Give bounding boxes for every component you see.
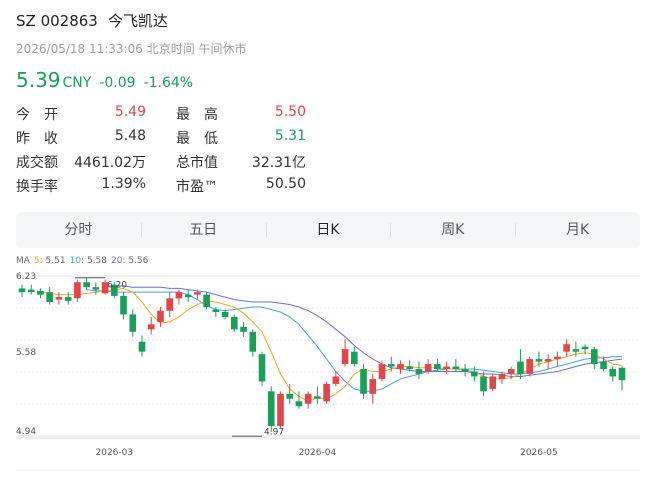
candle-body (277, 393, 284, 427)
annotation-label: 6.20 (107, 281, 127, 291)
candle-body (360, 369, 367, 394)
candle-body (572, 349, 580, 352)
x-tick-label: 2026-05 (520, 448, 558, 458)
candle-body (267, 391, 275, 427)
candle-body (544, 359, 552, 362)
candle-body (129, 314, 137, 332)
candle-body (480, 376, 487, 392)
candle-body (138, 341, 146, 352)
candle-body (18, 288, 26, 293)
candle-body (415, 369, 423, 374)
candle-body (332, 376, 340, 384)
candle-body (535, 359, 543, 362)
candle-body (424, 364, 432, 372)
candle-body (184, 294, 192, 298)
x-tick-label: 2026-04 (299, 448, 337, 458)
candle-body (609, 369, 617, 377)
candle-body (461, 369, 469, 372)
candle-body (27, 289, 35, 293)
y-tick-label: 6.23 (16, 272, 36, 282)
candle-body (434, 364, 441, 370)
candle-body (600, 361, 607, 370)
annotation-label: 4.97 (264, 427, 284, 437)
candle-body (212, 309, 220, 312)
candle-body (387, 364, 395, 367)
candle-body (406, 366, 414, 370)
candle-body (295, 401, 303, 407)
candle-body (452, 366, 460, 370)
candle-body (221, 311, 229, 317)
candle-body (443, 366, 450, 370)
candle-body (304, 393, 312, 404)
candlestick-chart: 6.23 5.58 4.94 2026-03 2026-04 2026-05 6.20 4.9… (16, 272, 640, 471)
candle-body (563, 344, 570, 352)
candle-body (240, 326, 247, 332)
candle-body (249, 331, 257, 352)
candle-body (369, 378, 377, 394)
candle-body (314, 396, 321, 399)
candle-body (83, 282, 90, 288)
candle-body (323, 383, 330, 402)
candle-body (507, 369, 515, 374)
candle-body (203, 294, 210, 308)
candle-body (526, 359, 534, 374)
candle-body (590, 349, 598, 365)
candle-body (378, 364, 386, 379)
candle-body (120, 295, 127, 315)
candle-body (37, 290, 44, 295)
y-tick-label: 5.58 (16, 348, 36, 358)
candle-body (554, 356, 561, 360)
candle-body (470, 371, 478, 377)
candle-body (166, 298, 174, 311)
candle-body (517, 361, 524, 374)
candle-body (92, 287, 100, 290)
candle-body (175, 292, 183, 299)
candle-body (64, 297, 72, 301)
candle-body (147, 324, 155, 330)
candle-body (397, 364, 404, 370)
candle-body (341, 349, 349, 365)
candle-body (258, 354, 266, 382)
candle-body (350, 351, 358, 365)
y-tick-label: 4.94 (16, 427, 36, 437)
candle-body (230, 316, 238, 330)
candle-body (157, 310, 164, 322)
candle-body (581, 346, 589, 350)
candle-body (55, 297, 63, 300)
ma5-line (40, 287, 623, 402)
candle-body (618, 367, 626, 381)
candle-body (194, 292, 201, 295)
candle-body (286, 393, 294, 399)
candle-body (46, 292, 54, 303)
x-tick-label: 2026-03 (96, 448, 134, 458)
candle-body (498, 373, 506, 379)
candle-body (489, 376, 497, 389)
candle-body (74, 282, 81, 299)
